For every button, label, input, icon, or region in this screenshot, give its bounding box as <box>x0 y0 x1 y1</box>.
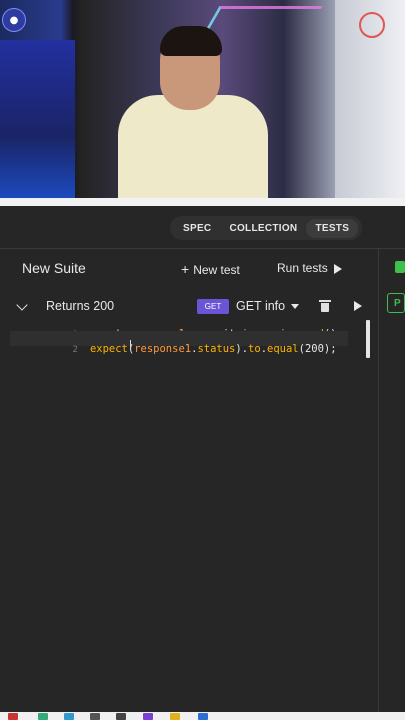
code-line[interactable]: 2 expect(response1.status).to.equal(200); <box>10 331 348 355</box>
code-token: (200); <box>298 343 337 355</box>
app-icon[interactable] <box>64 713 74 720</box>
line-number: 2 <box>72 345 78 355</box>
channel-logo-icon: ● <box>2 8 26 32</box>
pass-badge: P <box>387 293 405 313</box>
checkbox-icon[interactable] <box>395 261 405 273</box>
webcam-video: ● <box>0 0 405 200</box>
code-token: expect <box>89 343 128 355</box>
code-token: equal <box>267 343 299 355</box>
globe-logo-icon <box>359 12 385 38</box>
run-test-play-icon[interactable] <box>354 301 362 311</box>
tab-spec[interactable]: SPEC <box>174 219 220 238</box>
caret-down-icon <box>291 304 300 310</box>
app-icon[interactable] <box>8 713 18 720</box>
app-icon[interactable] <box>170 713 180 720</box>
trash-icon[interactable] <box>319 300 331 312</box>
request-select[interactable]: GET info <box>236 299 300 313</box>
pass-badge-label: P <box>394 297 401 309</box>
video-divider <box>0 198 405 206</box>
tab-collection[interactable]: COLLECTION <box>220 219 306 238</box>
chevron-down-icon[interactable] <box>16 299 28 311</box>
code-line[interactable]: 1const response1 = await insomnia.send()… <box>10 316 348 340</box>
new-test-label: New test <box>193 263 240 277</box>
code-token: ). <box>235 343 249 355</box>
app-icon[interactable] <box>90 713 100 720</box>
insomnia-app: SPEC COLLECTION TESTS New Suite + New tes… <box>0 206 405 714</box>
person-shirt-image <box>118 95 268 200</box>
code-token: response1 <box>134 343 192 355</box>
person-hair-image <box>160 26 222 56</box>
test-row: Returns 200 GET GET info <box>0 296 378 318</box>
app-icon[interactable] <box>38 713 48 720</box>
code-token: to <box>248 343 261 355</box>
suite-toolbar: New Suite + New test Run tests <box>0 249 378 287</box>
new-test-button[interactable]: + New test <box>181 261 240 277</box>
app-icon[interactable] <box>116 713 126 720</box>
code-token: status <box>197 343 236 355</box>
app-icon[interactable] <box>198 713 208 720</box>
run-tests-button[interactable]: Run tests <box>277 261 342 275</box>
plus-icon: + <box>181 261 190 277</box>
tab-tests[interactable]: TESTS <box>306 218 359 238</box>
text-cursor <box>130 340 131 350</box>
app-icon[interactable] <box>143 713 153 720</box>
request-select-label: GET info <box>236 299 286 313</box>
results-divider[interactable] <box>378 249 379 714</box>
design-tabs: SPEC COLLECTION TESTS <box>170 216 363 240</box>
suite-title: New Suite <box>22 260 86 276</box>
test-name[interactable]: Returns 200 <box>46 299 114 313</box>
editor-scrollbar[interactable] <box>366 320 370 358</box>
run-tests-label: Run tests <box>277 261 328 275</box>
method-badge: GET <box>197 299 229 314</box>
code-editor[interactable]: 1const response1 = await insomnia.send()… <box>10 316 370 356</box>
bookshelf-image <box>0 40 75 200</box>
play-icon <box>333 263 342 274</box>
neon-light-decoration <box>200 6 323 39</box>
